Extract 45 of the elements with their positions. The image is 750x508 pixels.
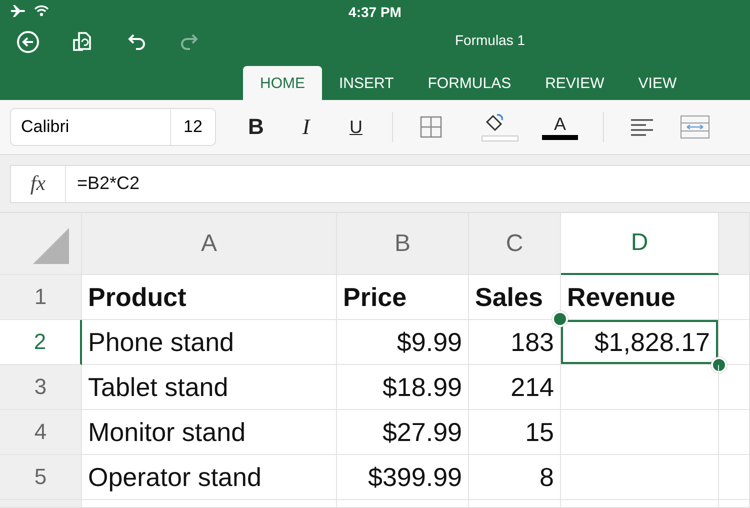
- ribbon-tab[interactable]: HOME: [243, 66, 322, 100]
- row-header[interactable]: 4: [0, 410, 82, 455]
- row-header[interactable]: 3: [0, 365, 82, 410]
- merge-cells-icon[interactable]: [680, 115, 710, 139]
- status-time: 4:37 PM: [348, 4, 402, 20]
- document-title: Formulas 1: [455, 32, 526, 48]
- table-cell: $18.99: [337, 365, 469, 410]
- table-cell: $9.99: [337, 320, 469, 365]
- borders-icon[interactable]: [420, 116, 442, 138]
- font-color-button[interactable]: A: [541, 108, 579, 146]
- table-cell: Price: [337, 275, 469, 320]
- column-header[interactable]: C: [469, 213, 561, 275]
- row-header[interactable]: 1: [0, 275, 82, 320]
- formula-text: =B2*C2: [76, 173, 140, 194]
- table-cell: 15: [469, 410, 561, 455]
- ribbon-tab[interactable]: FORMULAS: [410, 66, 528, 100]
- selection-handle[interactable]: [552, 311, 568, 327]
- column-header[interactable]: D: [561, 213, 719, 275]
- fill-color-icon[interactable]: [481, 112, 519, 142]
- table-cell: Phone stand: [82, 320, 337, 365]
- airplane-icon: [10, 4, 26, 18]
- ribbon-tab[interactable]: REVIEW: [528, 66, 622, 100]
- table-cell: Product: [82, 275, 337, 320]
- document-icon[interactable]: [70, 30, 94, 54]
- font-name-field[interactable]: Calibri: [11, 109, 171, 145]
- column-header[interactable]: B: [337, 213, 469, 275]
- table-cell: Monitor stand: [82, 410, 337, 455]
- column-header[interactable]: A: [82, 213, 337, 275]
- table-cell: 214: [469, 365, 561, 410]
- font-size-field[interactable]: 12: [171, 117, 215, 137]
- table-cell: Tablet stand: [82, 365, 337, 410]
- wifi-icon: [34, 5, 49, 17]
- formula-field[interactable]: fx =B2*C2: [10, 164, 750, 202]
- table-cell: $27.99: [337, 410, 469, 455]
- align-left-icon[interactable]: [630, 118, 654, 136]
- underline-button[interactable]: U: [344, 110, 368, 144]
- selected-cell[interactable]: $1,828.17: [561, 320, 718, 364]
- back-icon[interactable]: [16, 30, 40, 54]
- italic-button[interactable]: I: [294, 110, 318, 144]
- ribbon-tab[interactable]: VIEW: [621, 66, 694, 100]
- row-header[interactable]: 2: [0, 320, 82, 365]
- bold-button[interactable]: B: [244, 110, 268, 144]
- row-header[interactable]: 5: [0, 455, 82, 500]
- function-label: fx: [11, 166, 66, 202]
- ribbon-tab[interactable]: INSERT: [322, 66, 411, 100]
